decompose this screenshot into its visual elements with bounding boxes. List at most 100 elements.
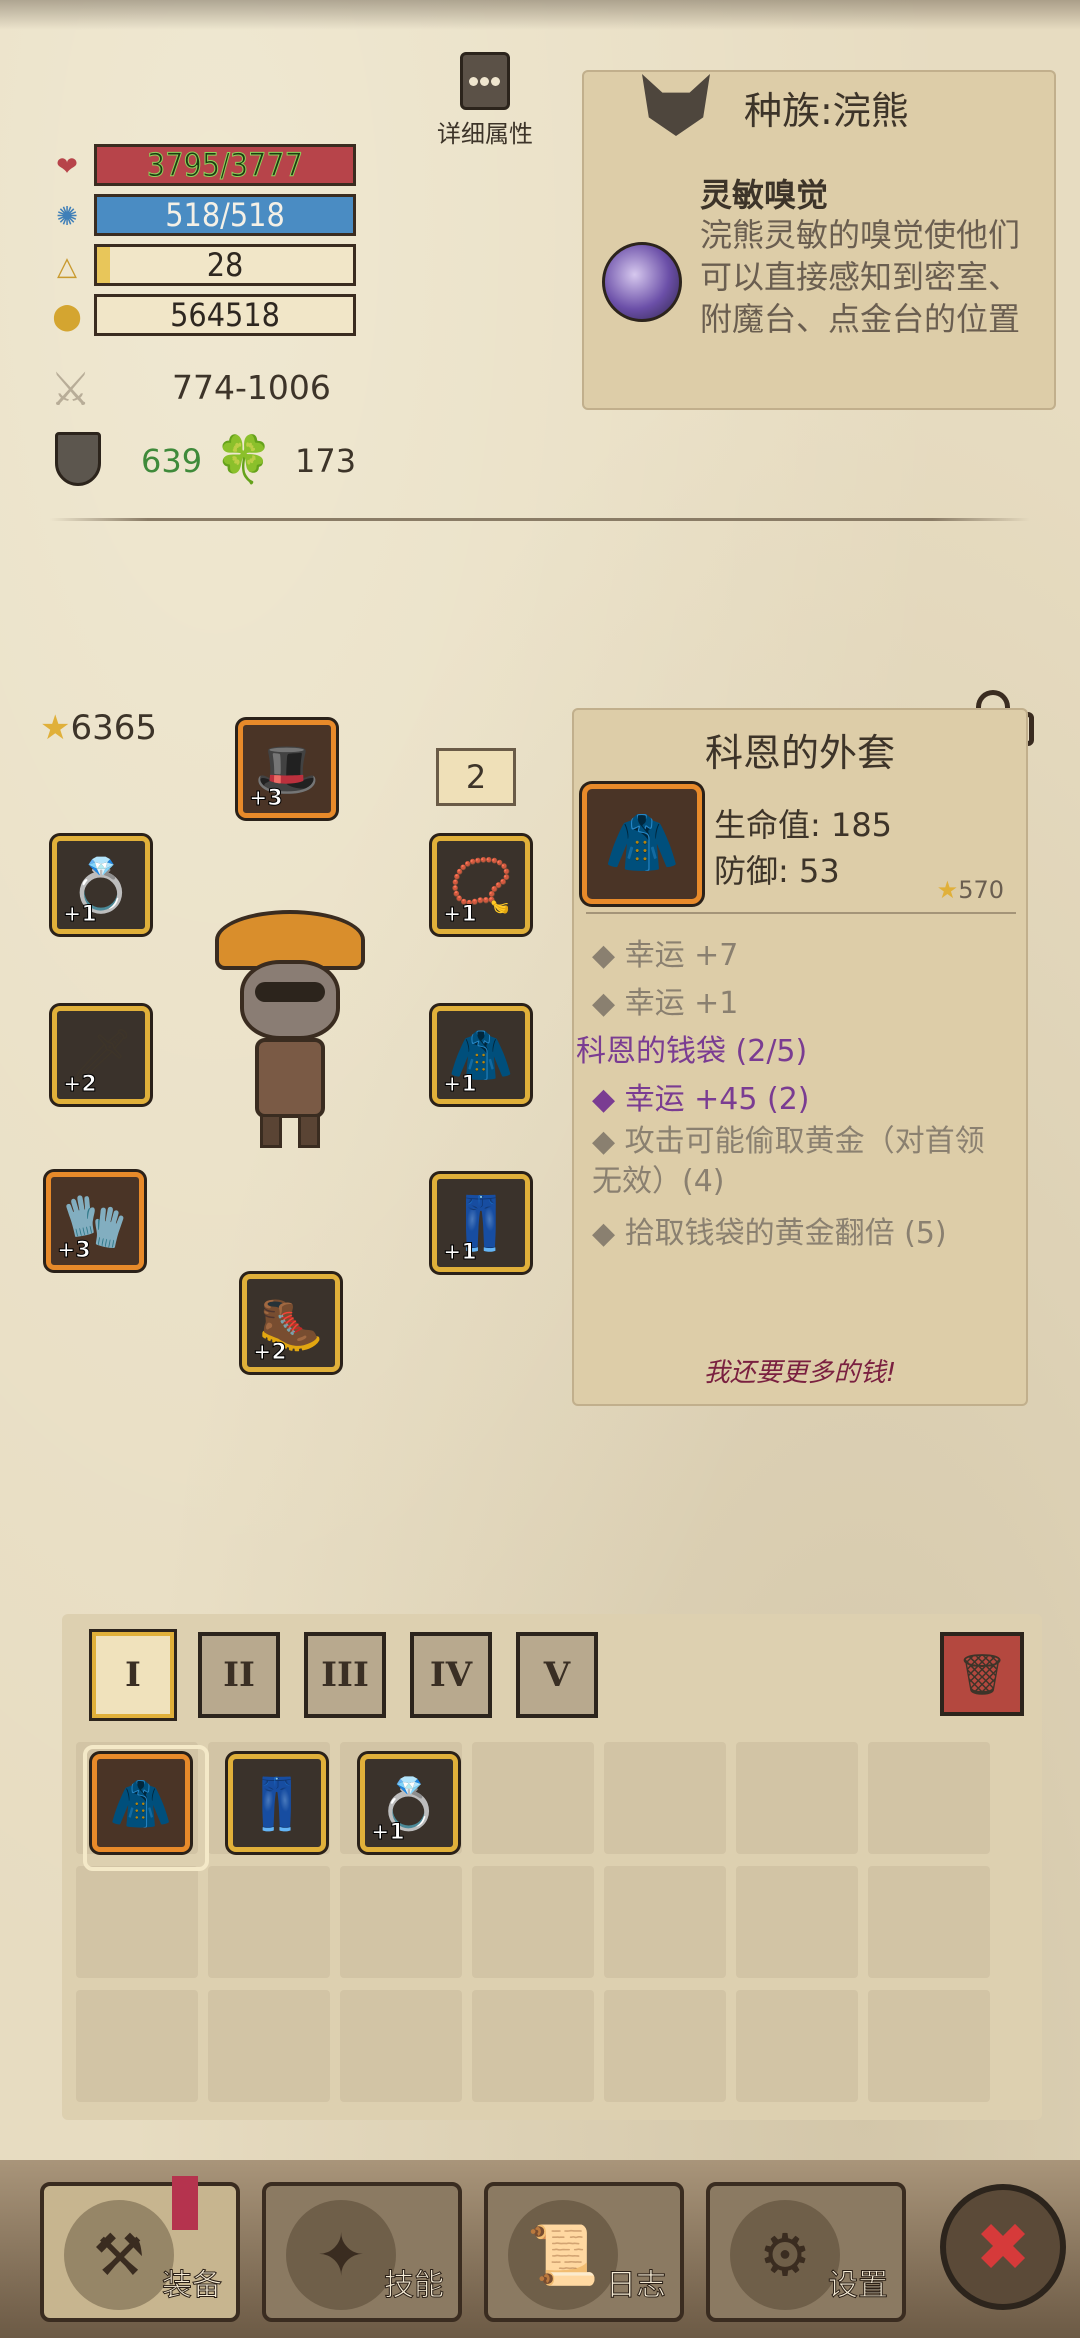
equip-slot-armor[interactable]: 🧥 +1	[432, 1006, 530, 1104]
hp-value: 3795/3777	[146, 146, 304, 184]
shield-icon	[55, 432, 101, 486]
item-flavor-quote: 我还要更多的钱!	[703, 1358, 897, 1388]
page-indicator[interactable]: 2	[436, 748, 516, 806]
bag-cell[interactable]	[208, 1866, 330, 1978]
item-title: 科恩的外套	[704, 731, 895, 775]
nav-equip-label: 装备	[162, 2268, 223, 2304]
mp-value: 518/518	[165, 196, 285, 234]
bookmark-ribbon	[172, 2176, 198, 2230]
bag-cell[interactable]	[604, 1990, 726, 2102]
equip-slot-gloves[interactable]: 🧤 +3	[46, 1172, 144, 1270]
hat-plus: +3	[249, 786, 284, 812]
bag-tab-5[interactable]: V	[516, 1632, 598, 1718]
defense-value: 639	[141, 442, 203, 480]
bag-cell[interactable]	[604, 1742, 726, 1854]
bag-item-ring[interactable]: 💍 +1	[360, 1754, 458, 1852]
bag-cell[interactable]	[340, 1866, 462, 1978]
gold-value: 564518	[170, 296, 280, 334]
item-defense: 防御: 53	[714, 852, 840, 890]
item-stars: ★570	[937, 876, 1004, 904]
gold-icon: ⬤	[52, 302, 82, 332]
equip-slot-boots[interactable]: 🥾 +2	[242, 1274, 340, 1372]
star-icon: ★	[40, 708, 71, 748]
equip-slot-amulet[interactable]: 📿 +1	[432, 836, 530, 934]
weapon-plus: +2	[63, 1072, 98, 1098]
item-affix-2: ◆ 幸运 +1	[592, 986, 739, 1021]
bag-tab-3[interactable]: III	[304, 1632, 386, 1718]
mana-icon: ✺	[56, 202, 78, 232]
amulet-plus: +1	[443, 902, 478, 928]
nav-log-button[interactable]: 📜 日志	[484, 2182, 684, 2322]
skills-icon: ✦	[286, 2200, 396, 2310]
bag-cell[interactable]	[472, 1742, 594, 1854]
bag-tab-1[interactable]: I	[92, 1632, 174, 1718]
bag-cell[interactable]	[604, 1866, 726, 1978]
close-button[interactable]: ✖	[940, 2184, 1066, 2310]
ring-plus: +1	[371, 1820, 406, 1846]
bag-cell[interactable]	[868, 1990, 990, 2102]
bag-cell[interactable]	[472, 1990, 594, 2102]
hp-bar: 3795/3777	[94, 144, 356, 186]
raccoon-icon	[642, 74, 710, 136]
heart-icon: ❤	[56, 152, 78, 182]
bag-cell[interactable]	[868, 1742, 990, 1854]
race-title: 种族:浣熊	[744, 89, 909, 133]
bag-cell[interactable]	[472, 1866, 594, 1978]
level-bar: 28	[94, 244, 356, 286]
race-skill-title: 灵敏嗅觉	[700, 176, 829, 214]
level-icon: △	[57, 252, 77, 282]
luck-value: 173	[295, 442, 357, 480]
item-stars-value: 570	[958, 876, 1004, 904]
hp-row: ❤ 3795/3777	[50, 144, 360, 190]
item-icon: 🧥	[582, 784, 702, 904]
nav-skills-button[interactable]: ✦ 技能	[262, 2182, 462, 2322]
luck-icon: 🍀	[215, 432, 273, 486]
bag-cell[interactable]	[340, 1990, 462, 2102]
coat-icon: 🧥	[109, 1775, 173, 1833]
trash-button[interactable]: 🗑	[940, 1632, 1024, 1716]
bag-cell[interactable]	[76, 1866, 198, 1978]
axe-icon: ⚒	[64, 2200, 174, 2310]
bag-tab-2[interactable]: II	[198, 1632, 280, 1718]
level-value: 28	[206, 246, 244, 284]
bag-item-pants[interactable]: 👖	[228, 1754, 326, 1852]
equip-slot-pants[interactable]: 👖 +1	[432, 1174, 530, 1272]
power-value: 6365	[70, 708, 158, 748]
bottom-nav: ⚒ 装备 ✦ 技能 📜 日志 ⚙ 设置	[0, 2160, 1080, 2338]
nav-equip-button[interactable]: ⚒ 装备	[40, 2176, 240, 2322]
item-hp: 生命值: 185	[714, 806, 893, 844]
item-affix-1: ◆ 幸运 +7	[592, 938, 739, 973]
bag-cell[interactable]	[208, 1990, 330, 2102]
journal-icon: 📜	[508, 2200, 618, 2310]
bag-cell[interactable]	[736, 1990, 858, 2102]
item-set-bonus-4: ◆ 攻击可能偷取黄金（对首领无效）(4)	[592, 1124, 985, 1199]
nav-settings-button[interactable]: ⚙ 设置	[706, 2182, 906, 2322]
item-divider	[586, 912, 1016, 914]
character-avatar	[205, 910, 375, 1150]
bag-cell[interactable]	[736, 1742, 858, 1854]
armor-plus: +1	[443, 1072, 478, 1098]
section-divider	[50, 518, 1030, 521]
detail-attributes-label: 详细属性	[437, 120, 533, 148]
item-star-icon: ★	[936, 876, 959, 904]
race-panel: 种族:浣熊 灵敏嗅觉 浣熊灵敏的嗅觉使他们可以直接感知到密室、附魔台、点金台的位…	[582, 70, 1056, 410]
bag-tab-4[interactable]: IV	[410, 1632, 492, 1718]
pants-plus: +1	[443, 1240, 478, 1266]
gear-icon: ⚙	[730, 2200, 840, 2310]
bag-item-coat[interactable]: 🧥	[83, 1745, 209, 1871]
detail-attributes-button[interactable]: 详细属性	[430, 52, 540, 152]
bag-cell[interactable]	[736, 1866, 858, 1978]
bag-cell[interactable]	[76, 1990, 198, 2102]
pants-icon: 👖	[245, 1775, 309, 1833]
equip-slot-hat[interactable]: 🎩 +3	[238, 720, 336, 818]
level-row: △ 28	[50, 244, 360, 290]
mp-row: ✺ 518/518	[50, 194, 360, 240]
equip-slot-weapon[interactable]: 🗡 +2	[52, 1006, 150, 1104]
bag-cell[interactable]	[868, 1866, 990, 1978]
nav-skills-label: 技能	[384, 2268, 445, 2304]
attack-value: 774-1006	[172, 368, 331, 407]
equip-slot-ring[interactable]: 💍 +1	[52, 836, 150, 934]
inventory-bag: I II III IV V 🗑 🧥 👖 💍 +1	[62, 1614, 1042, 2120]
item-set-name: 科恩的钱袋 (2/5)	[576, 1034, 808, 1069]
item-detail-panel: 科恩的外套 🧥 生命值: 185 防御: 53 ★570 ◆ 幸运 +7 ◆ 幸…	[572, 708, 1028, 1406]
